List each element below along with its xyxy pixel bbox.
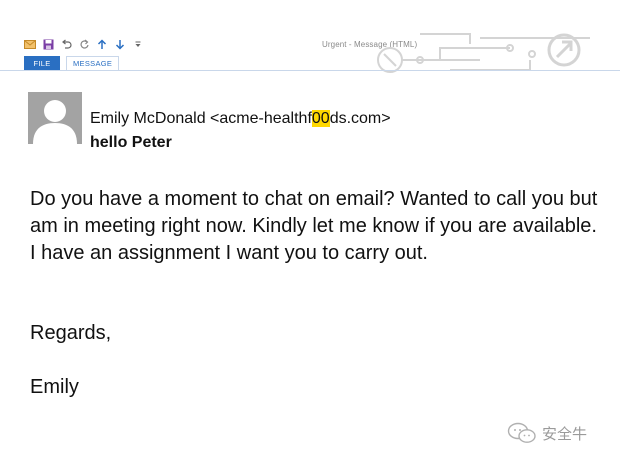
up-arrow-icon[interactable] [96, 38, 108, 50]
person-icon [33, 100, 77, 144]
save-icon[interactable] [42, 38, 54, 50]
redo-icon[interactable] [78, 38, 90, 50]
quick-access-toolbar [24, 37, 144, 51]
down-arrow-icon[interactable] [114, 38, 126, 50]
sender-address: <acme-healthf00ds.com> [210, 110, 391, 127]
tab-file[interactable]: FILE [24, 56, 60, 70]
ribbon-divider [0, 70, 620, 71]
email-body: Do you have a moment to chat on email? W… [30, 188, 598, 264]
undo-icon[interactable] [60, 38, 72, 50]
suspicious-highlight: 00 [311, 110, 330, 127]
chat-bubble-icon [507, 422, 536, 443]
customize-icon[interactable] [132, 38, 144, 50]
sender-line: Emily McDonald <acme-healthf00ds.com> [90, 110, 391, 128]
avatar [28, 92, 82, 144]
ribbon-tabs: FILE MESSAGE [24, 56, 120, 70]
title-bar-decoration [360, 30, 600, 74]
sender-name: Emily McDonald [90, 110, 206, 127]
watermark-text: 安全牛 [542, 425, 588, 443]
email-subject: hello Peter [90, 134, 172, 151]
tab-message[interactable]: MESSAGE [66, 56, 120, 70]
mail-icon[interactable] [24, 38, 36, 50]
watermark: 安全牛 [507, 422, 587, 444]
email-signature: Emily [30, 376, 79, 398]
email-regards: Regards, [30, 322, 112, 344]
